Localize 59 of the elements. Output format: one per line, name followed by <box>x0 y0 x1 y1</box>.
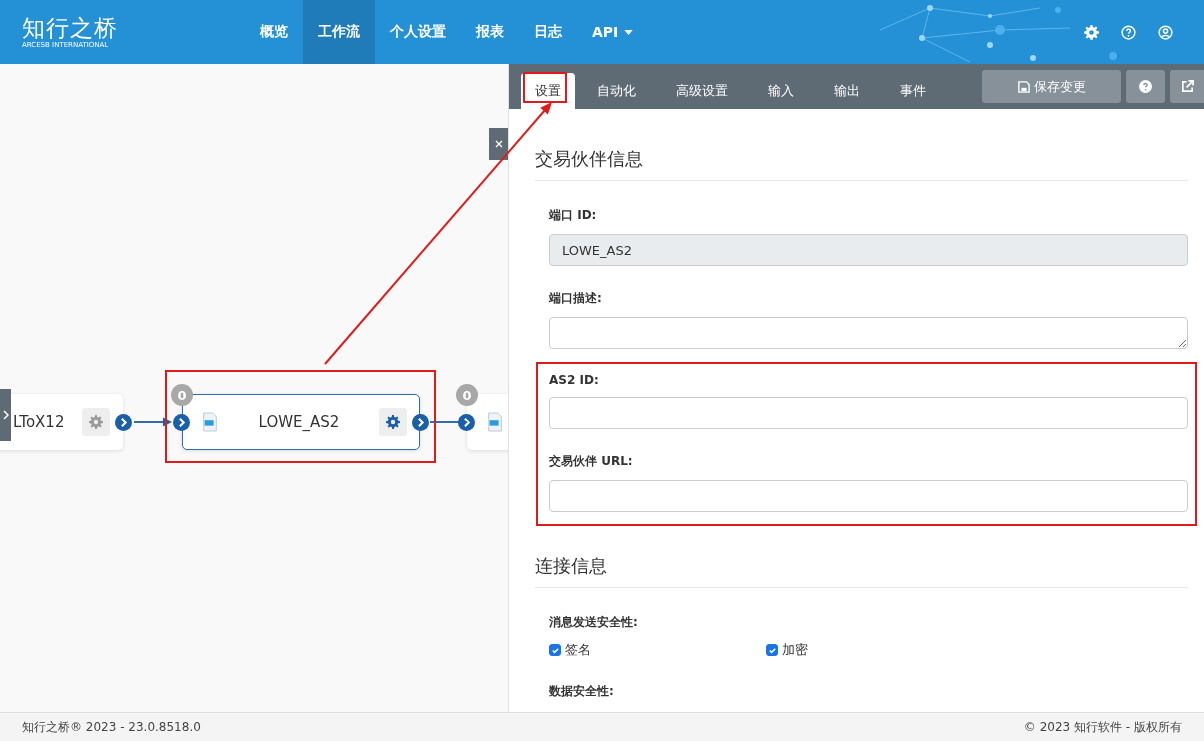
section-title: 交易伙伴信息 <box>535 109 1188 181</box>
expand-button[interactable] <box>0 389 11 441</box>
settings-button[interactable] <box>82 408 110 436</box>
file-icon <box>201 412 219 432</box>
help-button[interactable] <box>1126 70 1165 103</box>
save-button[interactable]: 保存变更 <box>982 70 1121 103</box>
help-icon <box>1139 80 1152 93</box>
tab[interactable]: 事件 <box>882 73 944 109</box>
file-icon <box>486 412 504 432</box>
field-label: 交易伙伴 URL: <box>549 453 634 470</box>
section-title: 连接信息 <box>535 516 1188 588</box>
checkbox[interactable] <box>549 644 561 656</box>
connector-arrow <box>134 417 172 427</box>
popout-button[interactable] <box>1170 70 1204 103</box>
nav-item[interactable]: 概览 <box>245 0 303 64</box>
external-link-icon <box>1180 80 1194 93</box>
floppy-icon <box>1017 80 1030 93</box>
connector-arrow <box>430 417 468 427</box>
nav-item[interactable]: 报表 <box>461 0 519 64</box>
close-icon <box>494 140 503 148</box>
chevron-icon[interactable] <box>115 414 132 431</box>
node-label: LOWE_AS2 <box>257 413 341 431</box>
node-label: LToX12 <box>13 413 66 431</box>
count-badge: 0 <box>171 384 193 406</box>
chevron-icon <box>2 410 9 420</box>
text-field[interactable] <box>549 397 1188 429</box>
help-icon[interactable] <box>1121 24 1136 40</box>
field-label: 端口 ID: <box>549 207 598 224</box>
tab[interactable]: 高级设置 <box>658 73 746 109</box>
checkbox[interactable] <box>766 644 778 656</box>
chevron-icon[interactable] <box>412 414 429 431</box>
gear-icon <box>89 415 103 429</box>
logo-text: 知行之桥 <box>22 14 119 41</box>
checkbox-label: 加密 <box>782 641 808 659</box>
version-text: 知行之桥® 2023 - 23.0.8518.0 <box>22 718 201 736</box>
annotation-box <box>523 72 567 103</box>
tab[interactable]: 输出 <box>816 73 878 109</box>
nav-item[interactable]: API <box>577 0 649 64</box>
nav-item[interactable]: 日志 <box>519 0 577 64</box>
checkbox-label: 签名 <box>565 641 591 659</box>
text-field[interactable] <box>549 480 1188 512</box>
description-field[interactable] <box>549 317 1188 349</box>
user-icon[interactable] <box>1158 24 1173 40</box>
workflow-node[interactable]: LToX12 <box>0 394 123 450</box>
field-label: 端口描述: <box>549 290 603 307</box>
gear-icon <box>386 415 400 429</box>
nav-item[interactable]: 工作流 <box>303 0 375 64</box>
field-label: 数据安全性: <box>549 683 615 700</box>
settings-button[interactable] <box>379 408 407 436</box>
count-badge: 0 <box>456 384 478 406</box>
settings-icon[interactable] <box>1084 24 1099 40</box>
field-label: 消息发送安全性: <box>549 614 639 631</box>
copyright-text: © 2023 知行软件 - 版权所有 <box>1023 718 1182 736</box>
field-label: AS2 ID: <box>549 373 600 387</box>
nav-item[interactable]: 个人设置 <box>375 0 461 64</box>
caret-icon <box>624 29 634 35</box>
collapse-button[interactable] <box>489 128 508 160</box>
tab[interactable]: 输入 <box>750 73 812 109</box>
tab[interactable]: 自动化 <box>579 73 654 109</box>
